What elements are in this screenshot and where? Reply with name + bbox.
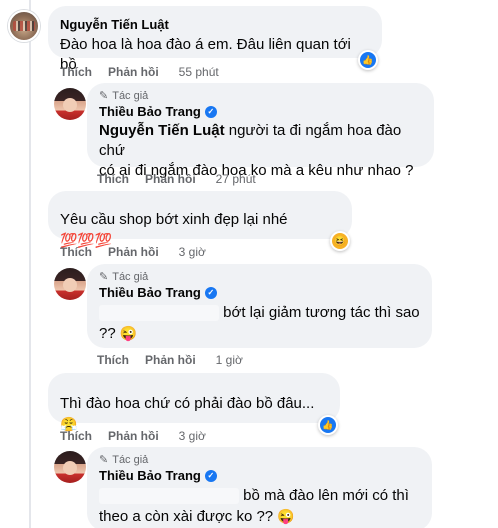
- reaction-like-badge[interactable]: 👍: [358, 50, 378, 70]
- verified-icon: ✓: [204, 286, 217, 299]
- redacted-mention: [99, 488, 239, 505]
- avatar[interactable]: [54, 88, 86, 120]
- like-button[interactable]: Thích: [60, 65, 92, 79]
- verified-icon: ✓: [204, 105, 217, 118]
- comment-text-body: Thì đào hoa chứ có phải đào bồ đâu...: [60, 395, 315, 412]
- avatar[interactable]: [8, 10, 40, 42]
- comment-author[interactable]: [60, 381, 328, 390]
- reply-button[interactable]: Phản hồi: [145, 353, 196, 367]
- author-badge-label: Tác giả: [112, 89, 149, 102]
- reply-text-line2: ?? 😜: [99, 325, 138, 342]
- avatar[interactable]: [54, 451, 86, 483]
- reply-button[interactable]: Phản hồi: [108, 245, 159, 259]
- haha-icon: 😆: [332, 233, 348, 249]
- reply-text: bớt lại giảm tương tác thì sao: [99, 303, 420, 323]
- author-badge: ✎ Tác giả: [99, 453, 420, 467]
- like-icon: 👍: [360, 52, 376, 68]
- timestamp[interactable]: 55 phút: [179, 65, 219, 79]
- timestamp[interactable]: 3 giờ: [179, 429, 206, 443]
- pencil-icon: ✎: [99, 454, 109, 466]
- reply-text: Nguyễn Tiến Luật người ta đi ngắm hoa đà…: [99, 121, 422, 161]
- comment-actions: Thích Phản hồi 3 giờ: [60, 429, 206, 443]
- comment-actions: Thích Phản hồi 3 giờ: [60, 245, 206, 259]
- reply-author-name[interactable]: Thiều Bảo Trang: [99, 468, 201, 483]
- like-icon: 👍: [320, 417, 336, 433]
- reply-bubble: ✎ Tác giả Thiều Bảo Trang ✓ Nguyễn Tiến …: [87, 83, 434, 179]
- pencil-icon: ✎: [99, 271, 109, 283]
- comment-actions: Thích Phản hồi 55 phút: [60, 65, 219, 79]
- thread-line: [29, 0, 31, 528]
- reply-author[interactable]: Thiều Bảo Trang ✓: [99, 468, 420, 483]
- reply-text-line2: theo a còn xài được ko ?? 😜: [99, 508, 295, 525]
- timestamp[interactable]: 1 giờ: [216, 353, 243, 367]
- comment-bubble: Thì đào hoa chứ có phải đào bồ đâu... 😤: [48, 373, 340, 432]
- reply-actions: Thích Phản hồi 27 phút: [97, 172, 256, 186]
- like-button[interactable]: Thích: [60, 429, 92, 443]
- like-button[interactable]: Thích: [60, 245, 92, 259]
- reply-text-line1: bớt lại giảm tương tác thì sao: [223, 304, 420, 321]
- verified-icon: ✓: [204, 469, 217, 482]
- comment-author[interactable]: Nguyễn Tiến Luật: [60, 17, 370, 32]
- reply-author-name[interactable]: Thiều Bảo Trang: [99, 104, 201, 119]
- reply-author[interactable]: Thiều Bảo Trang ✓: [99, 104, 422, 119]
- author-badge-label: Tác giả: [112, 453, 149, 466]
- like-button[interactable]: Thích: [97, 172, 129, 186]
- winking-tongue-icon: 😜: [119, 325, 138, 341]
- comment-author[interactable]: [60, 199, 340, 207]
- author-badge: ✎ Tác giả: [99, 89, 422, 103]
- avatar[interactable]: [54, 268, 86, 300]
- reply-bubble: ✎ Tác giả Thiều Bảo Trang ✓ bồ mà đào lê…: [87, 447, 432, 528]
- timestamp[interactable]: 3 giờ: [179, 245, 206, 259]
- timestamp[interactable]: 27 phút: [216, 172, 256, 186]
- like-button[interactable]: Thích: [97, 353, 129, 367]
- reply-button[interactable]: Phản hồi: [108, 429, 159, 443]
- comment-bubble: Yêu cầu shop bớt xinh đẹp lại nhé 💯💯💯: [48, 191, 352, 248]
- reply-bubble: ✎ Tác giả Thiều Bảo Trang ✓ bớt lại giảm…: [87, 264, 432, 348]
- reply-author-name[interactable]: Thiều Bảo Trang: [99, 285, 201, 300]
- winking-tongue-icon: 😜: [277, 508, 295, 524]
- reply-button[interactable]: Phản hồi: [108, 65, 159, 79]
- author-badge: ✎ Tác giả: [99, 270, 420, 284]
- reply-actions: Thích Phản hồi 1 giờ: [97, 353, 243, 367]
- comment-bubble: Nguyễn Tiến Luật Đào hoa là hoa đào á em…: [48, 6, 382, 73]
- reply-text: bồ mà đào lên mới có thì: [99, 486, 420, 506]
- redacted-mention: [99, 305, 219, 322]
- mention-link[interactable]: Nguyễn Tiến Luật: [99, 122, 225, 139]
- comment-text-body: Yêu cầu shop bớt xinh đẹp lại nhé: [60, 211, 288, 228]
- reply-text-line1: bồ mà đào lên mới có thì: [243, 487, 409, 504]
- reply-button[interactable]: Phản hồi: [145, 172, 196, 186]
- reaction-haha-badge[interactable]: 😆: [330, 231, 350, 251]
- pencil-icon: ✎: [99, 90, 109, 102]
- reply-author[interactable]: Thiều Bảo Trang ✓: [99, 285, 420, 300]
- reaction-like-badge[interactable]: 👍: [318, 415, 338, 435]
- author-badge-label: Tác giả: [112, 270, 149, 283]
